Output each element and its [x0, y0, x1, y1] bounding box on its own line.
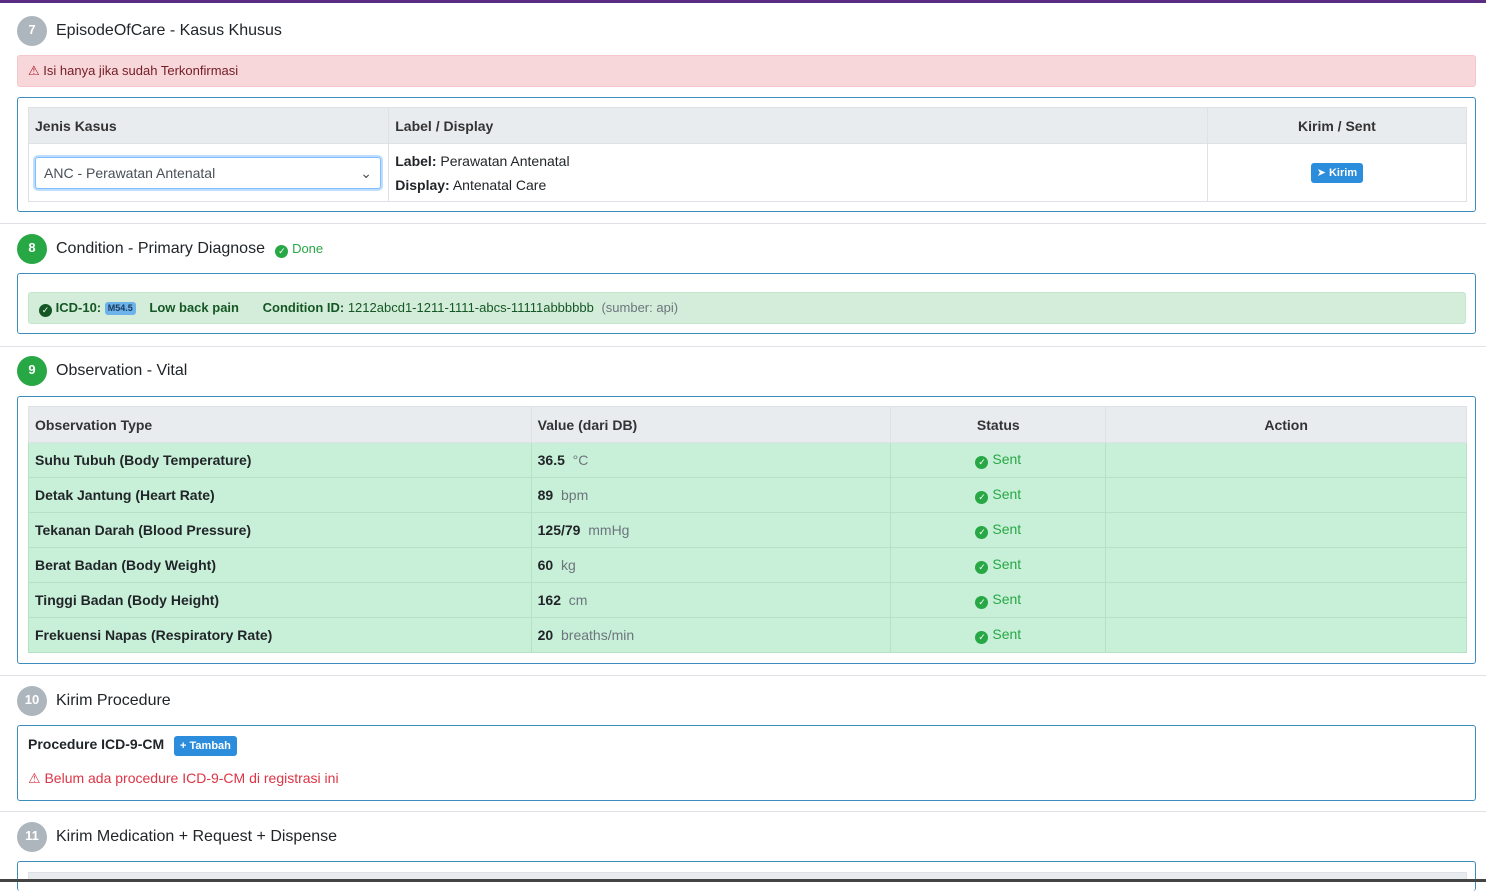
- episode-table: Jenis Kasus Label / Display Kirim / Sent…: [27, 107, 1468, 202]
- check-circle-icon: ✓: [975, 561, 989, 574]
- observation-card: Observation Type Value (dari DB) Status …: [17, 396, 1476, 664]
- condition-alert: ✓ ICD-10: M54.5 Low back pain Condition …: [28, 292, 1466, 324]
- header-value: Value (dari DB): [530, 406, 892, 443]
- diagnosis-text: Low back pain: [149, 300, 239, 315]
- condition-id-value: 1212abcd1-1211-1111-abcs-11111abbbbbb: [347, 300, 594, 315]
- check-circle-icon: ✓: [975, 631, 989, 644]
- kirim-button[interactable]: ➤ Kirim: [1310, 162, 1364, 183]
- warning-icon: ⚠: [28, 770, 41, 786]
- confirmation-alert: ⚠ Isi hanya jika sudah Terkonfirmasi: [17, 55, 1476, 87]
- procedure-empty-warning: ⚠ Belum ada procedure ICD-9-CM di regist…: [28, 770, 339, 786]
- table-row: Berat Badan (Body Weight) 60 kg ✓ Sent: [28, 547, 1467, 583]
- table-row: Tekanan Darah (Blood Pressure) 125/79 mm…: [28, 512, 1467, 548]
- status-sent: ✓ Sent: [890, 442, 1107, 478]
- icd-code-badge: M54.5: [104, 302, 136, 315]
- check-circle-icon: ✓: [975, 596, 989, 609]
- section-divider: [0, 346, 1486, 347]
- chevron-down-icon: ⌄: [360, 164, 372, 181]
- table-row: Tinggi Badan (Body Height) 162 cm ✓ Sent: [28, 582, 1467, 618]
- episode-card: Jenis Kasus Label / Display Kirim / Sent…: [17, 97, 1476, 212]
- procedure-label: Procedure ICD-9-CM: [28, 736, 165, 752]
- jenis-kasus-cell: ANC - Perawatan Antenatal ⌄: [27, 143, 390, 202]
- status-sent: ✓ Sent: [890, 582, 1107, 618]
- step-badge-7: 7: [17, 16, 47, 46]
- top-accent-line: [0, 0, 1486, 3]
- send-icon: ➤: [1316, 166, 1326, 179]
- header-jenis-kasus: Jenis Kasus: [27, 107, 390, 144]
- action-cell: [1105, 512, 1467, 548]
- action-cell: [1105, 477, 1467, 513]
- label-display-cell: Label: Perawatan Antenatal Display: Ante…: [388, 143, 1208, 202]
- header-label-display: Label / Display: [388, 107, 1208, 144]
- action-cell: [1105, 582, 1467, 618]
- display-value: Antenatal Care: [452, 176, 547, 193]
- check-circle-icon: ✓: [975, 456, 989, 469]
- section-title-observation: Observation - Vital: [56, 362, 188, 379]
- table-row: Suhu Tubuh (Body Temperature) 36.5 °C ✓ …: [28, 442, 1467, 478]
- display-line: Display: Antenatal Care: [395, 176, 547, 193]
- warning-icon: ⚠: [28, 63, 40, 78]
- label-value: Perawatan Antenatal: [440, 152, 570, 169]
- procedure-card: Procedure ICD-9-CM + Tambah ⚠ Belum ada …: [17, 725, 1476, 801]
- condition-id-label: Condition ID:: [262, 300, 345, 315]
- header-kirim-sent: Kirim / Sent: [1206, 107, 1468, 144]
- step-badge-8: 8: [17, 234, 47, 264]
- condition-card: ✓ ICD-10: M54.5 Low back pain Condition …: [17, 273, 1476, 334]
- step-badge-11: 11: [17, 822, 47, 852]
- jenis-kasus-select[interactable]: ANC - Perawatan Antenatal ⌄: [35, 156, 381, 189]
- action-cell: [1105, 617, 1467, 653]
- table-row: Frekuensi Napas (Respiratory Rate) 20 br…: [28, 617, 1467, 653]
- header-observation-type: Observation Type: [28, 406, 532, 443]
- check-circle-icon: ✓: [275, 245, 289, 258]
- procedure-header: Procedure ICD-9-CM + Tambah: [28, 736, 237, 756]
- section-title-medication: Kirim Medication + Request + Dispense: [56, 828, 338, 845]
- header-action: Action: [1105, 406, 1467, 443]
- check-circle-icon: ✓: [975, 491, 989, 504]
- action-cell: [1105, 442, 1467, 478]
- done-status: ✓ Done: [275, 241, 323, 258]
- section-divider: [0, 811, 1486, 812]
- section-divider: [0, 223, 1486, 224]
- header-status: Status: [890, 406, 1107, 443]
- select-value: ANC - Perawatan Antenatal: [44, 164, 216, 181]
- status-sent: ✓ Sent: [890, 547, 1107, 583]
- section-title-procedure: Kirim Procedure: [56, 692, 171, 709]
- step-badge-10: 10: [17, 686, 47, 716]
- section-title-episode-of-care: EpisodeOfCare - Kasus Khusus: [56, 22, 282, 39]
- check-circle-icon: ✓: [39, 304, 52, 317]
- source-text: (sumber: api): [601, 300, 679, 315]
- label-line: Label: Perawatan Antenatal: [395, 152, 570, 169]
- status-sent: ✓ Sent: [890, 617, 1107, 653]
- section-divider: [0, 675, 1486, 676]
- medication-card: [17, 861, 1476, 891]
- status-sent: ✓ Sent: [890, 512, 1107, 548]
- check-circle-icon: ✓: [975, 526, 989, 539]
- step-badge-9: 9: [17, 356, 47, 386]
- icd-label: ICD-10:: [55, 300, 102, 315]
- tambah-button[interactable]: + Tambah: [174, 736, 237, 756]
- section-title-condition: Condition - Primary Diagnose ✓ Done: [56, 240, 324, 258]
- observation-table: Observation Type Value (dari DB) Status …: [28, 406, 1467, 653]
- status-sent: ✓ Sent: [890, 477, 1107, 513]
- table-row: Detak Jantung (Heart Rate) 89 bpm ✓ Sent: [28, 477, 1467, 513]
- alert-text: Isi hanya jika sudah Terkonfirmasi: [43, 63, 239, 78]
- kirim-cell: ➤ Kirim: [1206, 143, 1468, 202]
- action-cell: [1105, 547, 1467, 583]
- plus-icon: +: [180, 740, 187, 752]
